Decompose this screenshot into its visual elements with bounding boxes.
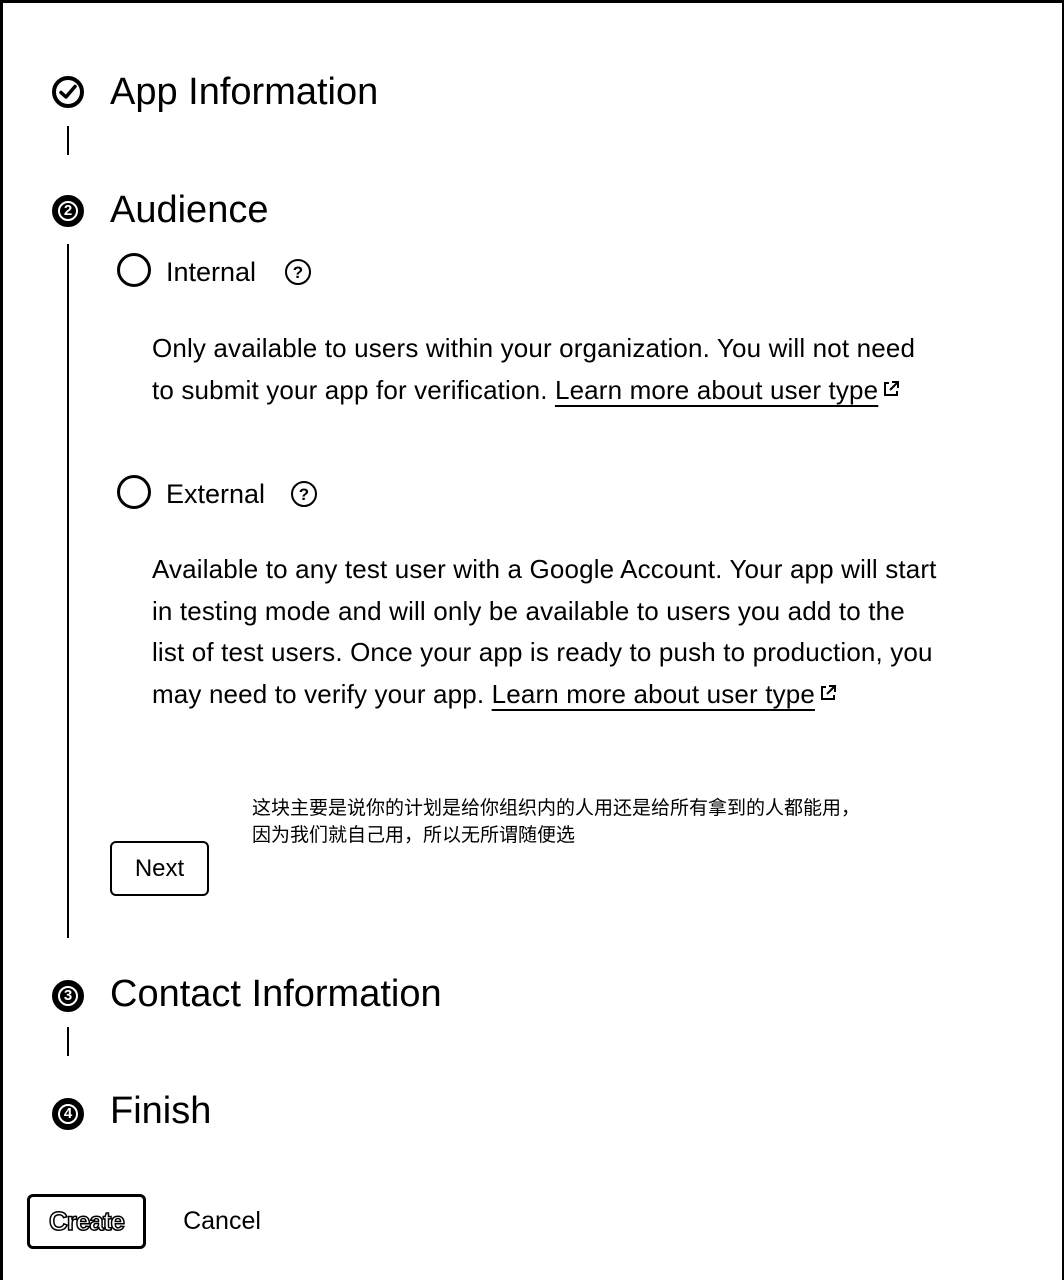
cancel-button[interactable]: Cancel: [170, 1194, 274, 1249]
external-link-icon: [884, 380, 900, 396]
learn-more-user-type-link[interactable]: Learn more about user type: [555, 375, 878, 405]
step-connector: [67, 1027, 69, 1056]
annotation-note: 这块主要是说你的计划是给你组织内的人用还是给所有拿到的人都能用， 因为我们就自己…: [252, 795, 972, 849]
step-title-app-information[interactable]: App Information: [110, 70, 378, 114]
step-connector: [67, 126, 69, 155]
step-title-audience[interactable]: Audience: [110, 188, 268, 232]
step-number-badge: 4: [52, 1098, 84, 1130]
next-button[interactable]: Next: [110, 841, 209, 896]
external-label[interactable]: External: [166, 478, 265, 510]
internal-description: Only available to users within your orga…: [152, 328, 942, 411]
step-number-badge: 2: [52, 195, 84, 227]
create-button-label: Create: [48, 1205, 125, 1237]
external-link-icon: [820, 684, 836, 700]
check-circle-icon: [52, 76, 84, 108]
create-button[interactable]: Create: [27, 1194, 146, 1249]
annotation-line: 这块主要是说你的计划是给你组织内的人用还是给所有拿到的人都能用，: [252, 797, 861, 819]
step-connector: [67, 244, 69, 938]
help-icon[interactable]: ?: [291, 481, 317, 507]
external-description: Available to any test user with a Google…: [152, 549, 942, 715]
step-title-contact-information[interactable]: Contact Information: [110, 972, 442, 1016]
learn-more-user-type-link[interactable]: Learn more about user type: [492, 679, 815, 709]
external-radio[interactable]: [117, 475, 151, 509]
step-number-badge: 3: [52, 980, 84, 1012]
internal-label[interactable]: Internal: [166, 256, 256, 288]
annotation-line: 因为我们就自己用，所以无所谓随便选: [252, 824, 576, 846]
help-icon[interactable]: ?: [285, 259, 311, 285]
internal-radio[interactable]: [117, 253, 151, 287]
step-title-finish[interactable]: Finish: [110, 1089, 211, 1133]
